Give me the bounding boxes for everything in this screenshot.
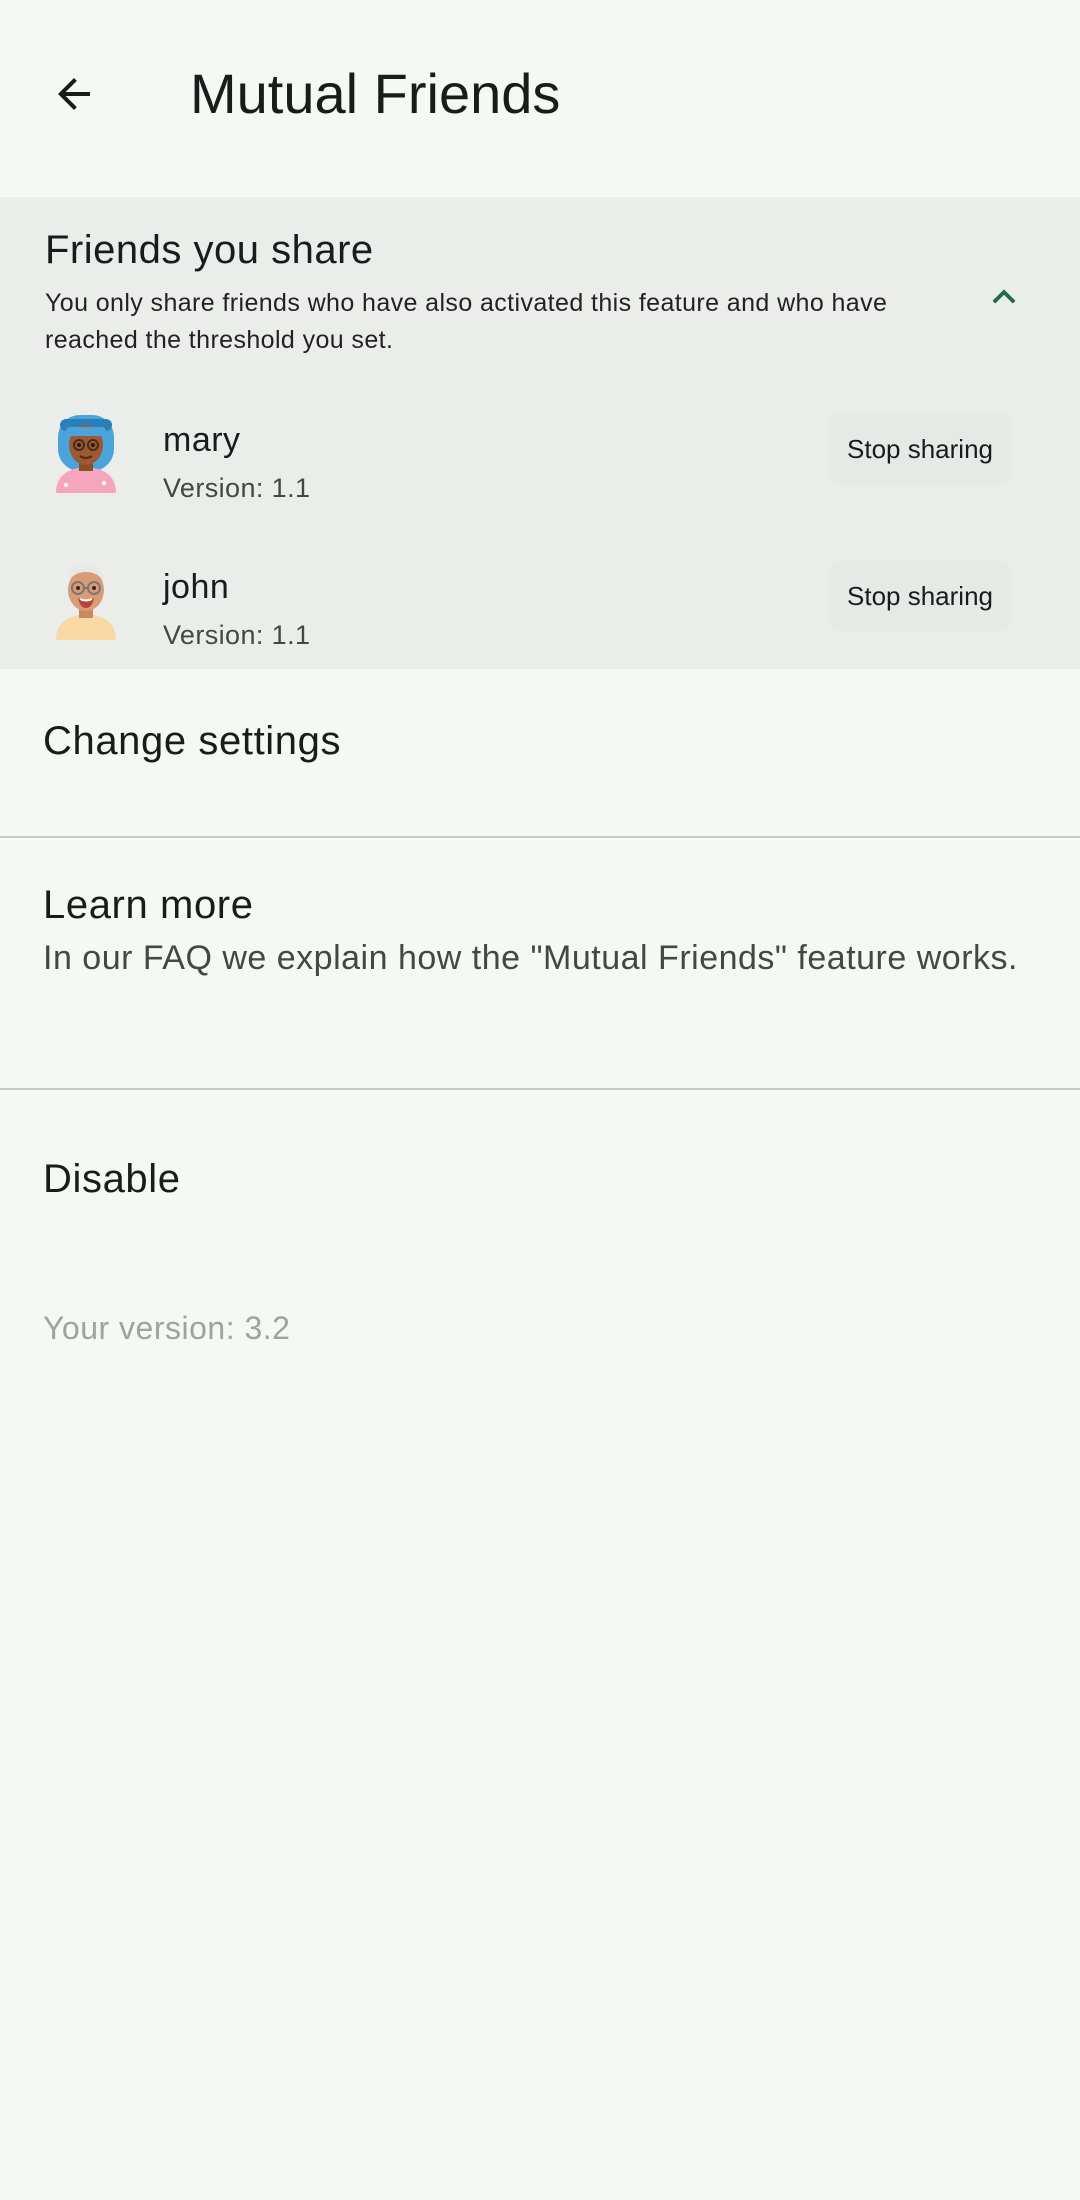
page-title: Mutual Friends bbox=[190, 62, 561, 125]
collapse-button[interactable] bbox=[964, 257, 1044, 337]
learn-more-title: Learn more bbox=[43, 883, 254, 927]
learn-more-item[interactable]: Learn more In our FAQ we explain how the… bbox=[0, 838, 1080, 1088]
panel-title: Friends you share bbox=[45, 228, 374, 272]
stop-sharing-button[interactable]: Stop sharing bbox=[828, 413, 1012, 485]
woman-blue-hair-avatar bbox=[56, 415, 116, 493]
friend-name: mary bbox=[163, 421, 241, 459]
top-app-bar: Mutual Friends bbox=[0, 0, 1080, 196]
avatar bbox=[52, 405, 120, 493]
stop-sharing-button[interactable]: Stop sharing bbox=[828, 560, 1012, 632]
chevron-up-icon bbox=[992, 289, 1016, 304]
avatar bbox=[52, 552, 120, 640]
disable-item[interactable]: Disable bbox=[0, 1090, 1080, 1270]
change-settings-item[interactable]: Change settings bbox=[0, 670, 1080, 836]
friend-name: john bbox=[163, 568, 230, 606]
friend-version: Version: 1.1 bbox=[163, 473, 311, 503]
learn-more-text: In our FAQ we explain how the "Mutual Fr… bbox=[43, 939, 1018, 977]
old-man-glasses-avatar bbox=[56, 564, 116, 640]
disable-label: Disable bbox=[43, 1157, 181, 1201]
change-settings-label: Change settings bbox=[43, 719, 342, 763]
back-button[interactable] bbox=[30, 50, 118, 138]
panel-description: You only share friends who have also act… bbox=[45, 289, 888, 354]
friend-row-mary: mary Version: 1.1 Stop sharing bbox=[0, 405, 1080, 551]
friend-version: Version: 1.1 bbox=[163, 620, 311, 650]
arrow-back-icon bbox=[58, 78, 90, 110]
friends-share-panel: Friends you share You only share friends… bbox=[0, 197, 1080, 669]
your-version-text: Your version: 3.2 bbox=[43, 1310, 291, 1346]
